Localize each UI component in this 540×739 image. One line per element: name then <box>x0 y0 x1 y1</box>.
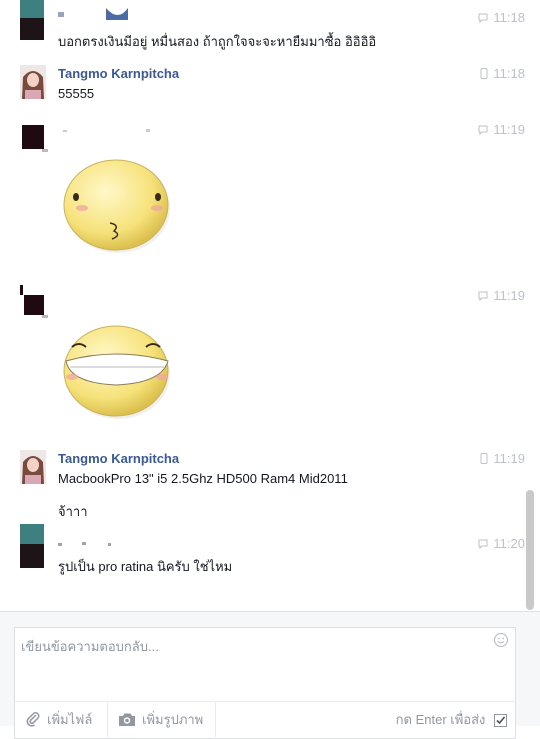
sender-name[interactable]: Tangmo Karnpitcha <box>58 451 179 466</box>
sender-name-fragment <box>63 129 150 132</box>
toolbar-separator <box>215 702 216 737</box>
message-text: รูปเป็น pro ratina นิครับ ใช่ไหม <box>58 559 233 574</box>
toolbar-separator <box>107 702 108 737</box>
reply-composer: เขียนข้อความตอบกลับ... เพิ่มไฟล์ เพิ่มรู… <box>0 612 540 739</box>
avatar[interactable] <box>20 450 46 484</box>
add-files-label: เพิ่มไฟล์ <box>47 712 93 727</box>
chat-bubble-icon <box>478 291 488 302</box>
message-text: บอกตรงเงินมีอยู่ หมื่นสอง ถ้าถูกใจจะจะหา… <box>58 34 377 49</box>
message-time: 11:20 <box>465 536 525 551</box>
enter-to-send-toggle[interactable]: กด Enter เพื่อส่ง <box>396 702 507 737</box>
paperclip-icon <box>26 712 40 727</box>
avatar[interactable] <box>20 0 44 40</box>
message-time: 11:19 <box>465 122 525 137</box>
time-text: 11:18 <box>493 10 525 25</box>
add-photos-button[interactable]: เพิ่มรูปภาพ <box>118 702 203 737</box>
kiss-sticker[interactable] <box>62 155 174 255</box>
time-text: 11:19 <box>493 122 525 137</box>
time-text: 11:19 <box>493 451 525 466</box>
sender-name-fragment <box>58 8 128 20</box>
message-text: จ้าาา <box>58 504 88 519</box>
sender-name-fragment <box>58 542 111 546</box>
chat-bubble-icon <box>478 539 488 550</box>
add-files-button[interactable]: เพิ่มไฟล์ <box>25 702 92 737</box>
thread-scrollbar[interactable] <box>526 490 534 610</box>
composer-toolbar: เพิ่มไฟล์ เพิ่มรูปภาพ กด Enter เพื่อส่ง <box>14 701 516 739</box>
reply-input[interactable]: เขียนข้อความตอบกลับ... <box>14 627 516 702</box>
reply-placeholder: เขียนข้อความตอบกลับ... <box>21 639 159 654</box>
sender-name[interactable]: Tangmo Karnpitcha <box>58 66 179 81</box>
mobile-icon <box>480 68 488 79</box>
message-time: 11:19 <box>465 288 525 303</box>
message-text: MacbookPro 13" i5 2.5Ghz HD500 Ram4 Mid2… <box>58 471 348 486</box>
avatar[interactable] <box>20 119 50 153</box>
message-thread[interactable]: 11:18 บอกตรงเงินมีอยู่ หมื่นสอง ถ้าถูกใจ… <box>0 0 525 612</box>
camera-icon <box>119 713 135 726</box>
checkbox-checked-icon[interactable] <box>494 714 507 727</box>
message-time: 11:19 <box>465 451 525 466</box>
message-time: 11:18 <box>465 10 525 25</box>
avatar[interactable] <box>20 285 50 319</box>
mobile-icon <box>480 453 488 464</box>
time-text: 11:18 <box>493 66 525 81</box>
avatar[interactable] <box>20 65 46 99</box>
emoji-icon[interactable] <box>493 632 509 653</box>
chat-bubble-icon <box>478 13 488 24</box>
time-text: 11:19 <box>493 288 525 303</box>
enter-to-send-label: กด Enter เพื่อส่ง <box>395 712 486 727</box>
chat-bubble-icon <box>478 125 488 136</box>
grin-sticker[interactable] <box>62 321 174 421</box>
add-photos-label: เพิ่มรูปภาพ <box>142 712 204 727</box>
avatar[interactable] <box>20 524 44 568</box>
time-text: 11:20 <box>493 536 525 551</box>
message-text: 55555 <box>58 86 95 101</box>
message-time: 11:18 <box>465 66 525 81</box>
